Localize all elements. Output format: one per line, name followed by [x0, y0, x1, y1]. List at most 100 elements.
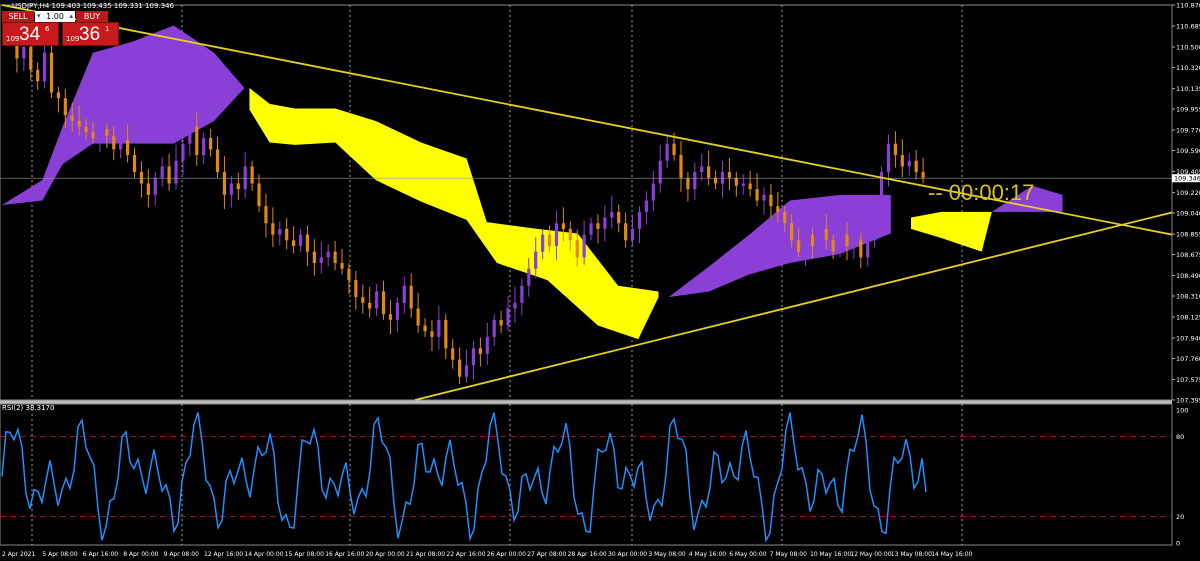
lot-size-input[interactable]: ▾ 1.00 ▴ — [35, 11, 75, 22]
y-tick-label: 110.500 — [1176, 44, 1200, 52]
candle-body — [312, 251, 316, 264]
candle-body — [527, 268, 531, 286]
candle-body — [160, 166, 164, 178]
candle-body — [285, 228, 289, 241]
candle-body — [49, 52, 54, 93]
y-tick-label: 109.955 — [1176, 106, 1200, 114]
x-tick-label: 5 Apr 08:00 — [42, 551, 77, 558]
candle-body — [112, 135, 116, 150]
candle-body — [423, 325, 427, 332]
candle-body — [29, 47, 33, 70]
candle-body — [665, 143, 669, 161]
candle-body — [637, 211, 642, 229]
buy-button[interactable]: BUY — [76, 11, 108, 22]
y-tick-label: 108.125 — [1176, 314, 1200, 322]
candle-body — [907, 160, 911, 167]
candle-body — [734, 177, 738, 186]
candle-body — [354, 280, 358, 298]
candle-body — [132, 155, 137, 173]
candle-body — [451, 348, 455, 360]
y-tick-label: 109.770 — [1176, 127, 1200, 135]
y-tick-label: 109.040 — [1176, 210, 1200, 218]
candle-body — [77, 120, 81, 127]
candle-body — [783, 211, 787, 224]
candle-body — [831, 240, 835, 252]
cloud-bear-segment — [249, 87, 659, 340]
lot-value: 1.00 — [46, 12, 64, 21]
candle-body — [499, 319, 503, 326]
candle-body — [167, 166, 171, 184]
y-tick-label: 110.320 — [1176, 64, 1200, 72]
sell-price-small: 109 — [6, 35, 20, 43]
candle-body — [402, 285, 406, 303]
candle-body — [513, 302, 517, 309]
candle-body — [845, 234, 849, 246]
x-tick-label: 28 Apr 16:00 — [568, 551, 607, 558]
x-tick-label: 14 May 16:00 — [931, 551, 972, 558]
candle-body — [506, 308, 510, 326]
candle-body — [430, 331, 434, 337]
candle-body — [610, 211, 614, 218]
rsi-panel — [0, 412, 1172, 543]
candle-body — [873, 223, 877, 241]
candle-body — [679, 155, 683, 178]
y-tick-label: 110.135 — [1176, 85, 1200, 93]
sell-price-box[interactable]: 109 34 6 — [2, 22, 59, 46]
x-tick-label: 12 Apr 16:00 — [204, 551, 243, 558]
y-tick-label: 107.760 — [1176, 355, 1200, 363]
rsi-frame — [0, 403, 1173, 546]
buy-price-box[interactable]: 109 36 1 — [62, 22, 119, 46]
candle-body — [776, 206, 780, 212]
candle-body — [790, 223, 794, 241]
sell-button[interactable]: SELL — [2, 11, 34, 22]
x-tick-label: 14 Apr 00:00 — [244, 551, 283, 558]
candle-body — [471, 348, 476, 366]
x-tick-label: 13 May 08:00 — [891, 551, 932, 558]
candle-body — [326, 251, 330, 258]
x-tick-label: 6 Apr 16:00 — [83, 551, 118, 558]
candle-body — [824, 228, 828, 241]
candle-body — [769, 194, 773, 207]
candle-body — [437, 319, 441, 337]
x-tick-label: 22 Apr 16:00 — [446, 551, 485, 558]
candle-body — [257, 183, 261, 207]
lot-decrease-icon[interactable]: ▾ — [37, 11, 41, 22]
x-tick-label: 30 Apr 00:00 — [608, 551, 647, 558]
candle-body — [209, 137, 213, 150]
candle-body — [202, 137, 206, 156]
candle-body — [139, 172, 144, 184]
candle-body — [125, 140, 130, 156]
x-tick-label: 15 Apr 08:00 — [285, 551, 324, 558]
chart-canvas[interactable]: 110.870 110.685 110.500 110.320 110.135 109.9… — [0, 0, 1200, 561]
candle-body — [333, 251, 337, 264]
candle-body — [893, 143, 898, 156]
candle-body — [879, 172, 884, 224]
sell-price-big: 34 — [19, 24, 41, 45]
candle-body — [236, 183, 240, 190]
y-tick-label: 107.575 — [1176, 376, 1200, 384]
rsi-title: RSI(2) 38.3170 — [2, 404, 55, 412]
candle-body — [866, 240, 870, 258]
rsi-tick-label: 20 — [1176, 513, 1184, 521]
candle-body — [188, 126, 192, 144]
candle-body — [617, 211, 621, 224]
candle-body — [900, 155, 904, 167]
chart-title: USDJPY,H4 109.403 109.435 109.331 109.34… — [12, 2, 174, 10]
y-tick-label: 110.685 — [1176, 23, 1200, 31]
y-tick-label: 107.940 — [1176, 335, 1200, 343]
candle-body — [174, 160, 178, 184]
candle-body — [361, 297, 365, 303]
y-tick-label: 109.590 — [1176, 147, 1200, 155]
candle-body — [271, 223, 275, 235]
candle-body — [755, 189, 759, 201]
candle-body — [914, 160, 918, 173]
candle-body — [105, 128, 109, 136]
candle-body — [838, 234, 842, 252]
candle-body — [195, 126, 199, 156]
candle-body — [707, 166, 711, 178]
lot-increase-icon[interactable]: ▴ — [69, 11, 73, 22]
candle-body — [485, 336, 489, 354]
x-tick-label: 8 Apr 00:00 — [123, 551, 158, 558]
candle-body — [658, 160, 662, 184]
candle-body — [478, 348, 482, 354]
